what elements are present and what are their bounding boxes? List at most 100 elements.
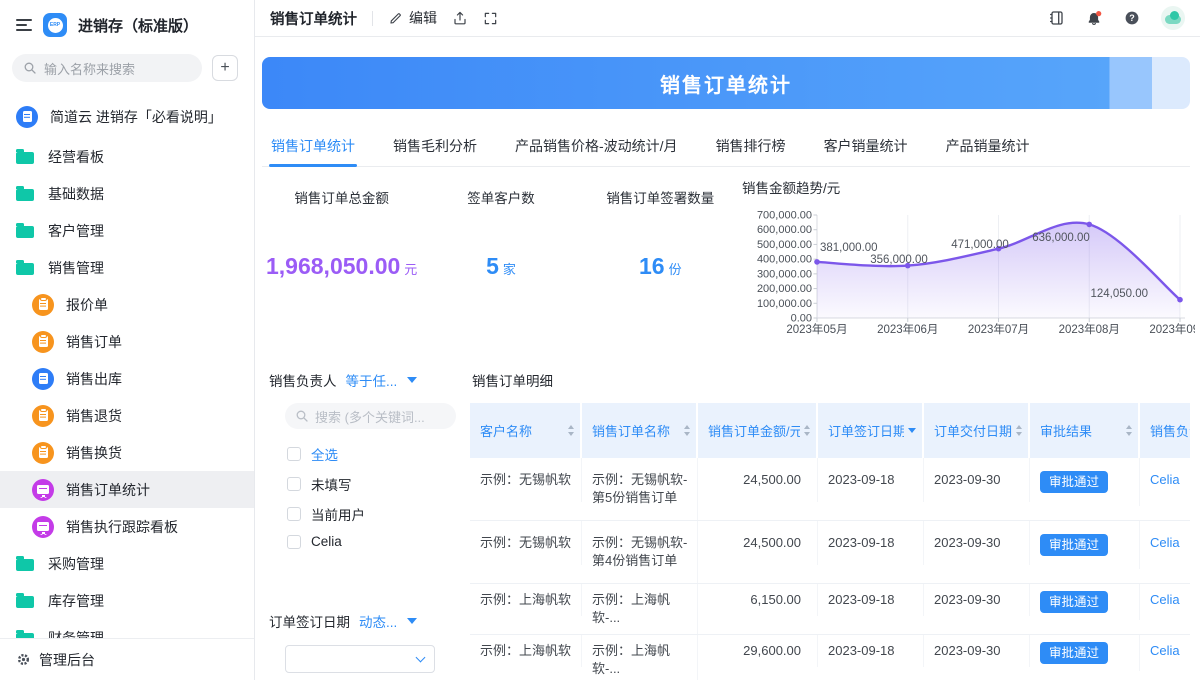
stat-card-0: 销售订单总金额1,968,050.00元 <box>262 187 421 340</box>
cell-delivery-date: 2023-09-30 <box>924 584 1030 616</box>
checkbox-option-1[interactable]: 未填写 <box>287 474 456 494</box>
notifications-button[interactable] <box>1086 10 1103 27</box>
clipboard-icon <box>32 442 54 464</box>
chart-plot: 700,000.00600,000.00500,000.00400,000.00… <box>740 200 1190 340</box>
search-icon <box>295 409 309 423</box>
sort-desc-icon[interactable] <box>904 428 916 433</box>
order-detail-table: 销售订单明细 客户名称销售订单名称销售订单金额/元订单签订日期订单交付日期审批结… <box>470 370 1190 680</box>
x-tick-label: 2023年08月 <box>1059 322 1120 336</box>
checkbox-option-0[interactable]: 全选 <box>287 444 456 464</box>
sidebar-item-13[interactable]: 库存管理 <box>0 582 254 619</box>
checkbox-label: 当前用户 <box>311 504 365 524</box>
sidebar-item-label: 简道云 进销存「必看说明」 <box>50 107 222 127</box>
column-header-5[interactable]: 审批结果 <box>1030 403 1140 458</box>
cell-owner[interactable]: Celia <box>1140 635 1190 667</box>
sidebar-item-2[interactable]: 基础数据 <box>0 175 254 212</box>
sidebar-item-4[interactable]: 销售管理 <box>0 249 254 286</box>
export-button[interactable] <box>452 10 468 26</box>
sidebar-item-0[interactable]: 简道云 进销存「必看说明」 <box>0 96 254 137</box>
fullscreen-button[interactable] <box>483 11 498 26</box>
sort-icon[interactable] <box>800 425 810 436</box>
admin-backend-button[interactable]: 管理后台 <box>0 638 254 680</box>
tab-2[interactable]: 产品销售价格-波动统计/月 <box>513 125 680 166</box>
gear-icon <box>16 652 31 667</box>
cell-owner[interactable]: Celia <box>1140 584 1190 616</box>
table-row[interactable]: 示例：无锡帆软示例：无锡帆软-第4份销售订单24,500.002023-09-1… <box>470 521 1190 584</box>
sidebar-item-label: 财务管理 <box>48 628 104 639</box>
checkbox-icon[interactable] <box>287 535 301 549</box>
column-header-0[interactable]: 客户名称 <box>470 403 582 458</box>
sidebar-item-11[interactable]: 销售执行跟踪看板 <box>0 508 254 545</box>
banner-title: 销售订单统计 <box>660 69 792 98</box>
cell-owner[interactable]: Celia <box>1140 458 1190 502</box>
checkbox-icon[interactable] <box>287 507 301 521</box>
column-header-4[interactable]: 订单交付日期 <box>924 403 1030 458</box>
edit-button[interactable]: 编辑 <box>388 8 437 28</box>
cell-order-name: 示例：无锡帆软-第4份销售订单 <box>582 521 698 583</box>
clipboard-icon <box>32 331 54 353</box>
sign-date-filter-condition[interactable]: 动态... <box>359 611 397 631</box>
checkbox-icon[interactable] <box>287 477 301 491</box>
sign-date-filter-label: 订单签订日期 <box>269 611 350 631</box>
sidebar-item-14[interactable]: 财务管理 <box>0 619 254 638</box>
owner-filter-condition[interactable]: 等于任... <box>346 370 398 390</box>
sign-date-select[interactable] <box>285 645 435 673</box>
x-tick-label: 2023年09月 <box>1149 322 1195 336</box>
panel-toggle-button[interactable] <box>1049 10 1065 26</box>
checkbox-option-2[interactable]: 当前用户 <box>287 504 456 524</box>
add-app-button[interactable]: + <box>212 55 238 81</box>
sidebar-item-label: 经营看板 <box>48 147 104 167</box>
hamburger-menu-icon[interactable] <box>16 17 32 33</box>
search-icon <box>23 61 37 75</box>
column-header-1[interactable]: 销售订单名称 <box>582 403 698 458</box>
owner-filter-search-input[interactable]: 搜索 (多个关键词... <box>285 403 456 429</box>
owner-filter-label: 销售负责人 <box>269 370 337 390</box>
topbar-divider <box>372 11 373 26</box>
column-header-6[interactable]: 销售负责人 <box>1140 403 1190 458</box>
sidebar-item-6[interactable]: 销售订单 <box>0 323 254 360</box>
cell-amount: 6,150.00 <box>698 584 818 616</box>
sidebar-item-5[interactable]: 报价单 <box>0 286 254 323</box>
sidebar-item-3[interactable]: 客户管理 <box>0 212 254 249</box>
tab-5[interactable]: 产品销量统计 <box>944 125 1032 166</box>
sidebar-search-input[interactable]: 输入名称来搜索 <box>12 54 202 82</box>
sidebar-item-8[interactable]: 销售退货 <box>0 397 254 434</box>
sort-icon[interactable] <box>1122 425 1132 436</box>
sidebar-item-label: 销售订单统计 <box>66 480 150 500</box>
table-row[interactable]: 示例：无锡帆软示例：无锡帆软-第5份销售订单24,500.002023-09-1… <box>470 458 1190 521</box>
sidebar-item-9[interactable]: 销售换货 <box>0 434 254 471</box>
sort-icon[interactable] <box>680 425 690 436</box>
avatar[interactable] <box>1161 6 1185 30</box>
area-chart-svg: 700,000.00600,000.00500,000.00400,000.00… <box>740 200 1195 340</box>
chevron-down-icon[interactable] <box>407 618 417 624</box>
help-button[interactable]: ? <box>1124 10 1140 26</box>
x-tick-label: 2023年06月 <box>877 322 938 336</box>
tab-1[interactable]: 销售毛利分析 <box>391 125 479 166</box>
cell-owner[interactable]: Celia <box>1140 521 1190 565</box>
chart-data-label: 356,000.00 <box>870 254 928 266</box>
sidebar-item-7[interactable]: 销售出库 <box>0 360 254 397</box>
sidebar-item-10[interactable]: 销售订单统计 <box>0 471 254 508</box>
sidebar-item-1[interactable]: 经营看板 <box>0 138 254 175</box>
sidebar-item-12[interactable]: 采购管理 <box>0 545 254 582</box>
chevron-down-icon[interactable] <box>407 377 417 383</box>
checkbox-icon[interactable] <box>287 447 301 461</box>
tab-3[interactable]: 销售排行榜 <box>714 125 788 166</box>
sidebar-item-label: 销售出库 <box>66 369 122 389</box>
cell-approval: 审批通过 <box>1030 521 1140 569</box>
stat-label: 签单客户数 <box>421 187 580 207</box>
checkbox-option-3[interactable]: Celia <box>287 534 456 549</box>
table-row[interactable]: 示例：上海帆软示例：上海帆软-...29,600.002023-09-18202… <box>470 635 1190 680</box>
folder-icon <box>16 263 34 275</box>
column-header-2[interactable]: 销售订单金额/元 <box>698 403 818 458</box>
help-icon: ? <box>1124 10 1140 26</box>
edit-button-label: 编辑 <box>409 8 437 28</box>
notification-dot <box>1096 11 1101 16</box>
stat-cards: 销售订单总金额1,968,050.00元签单客户数5家销售订单签署数量16份 <box>262 171 740 340</box>
column-header-3[interactable]: 订单签订日期 <box>818 403 924 458</box>
tab-0[interactable]: 销售订单统计 <box>269 125 357 166</box>
tab-4[interactable]: 客户销量统计 <box>822 125 910 166</box>
sort-icon[interactable] <box>1012 425 1022 436</box>
table-row[interactable]: 示例：上海帆软示例：上海帆软-...6,150.002023-09-182023… <box>470 584 1190 635</box>
sort-icon[interactable] <box>564 425 574 436</box>
